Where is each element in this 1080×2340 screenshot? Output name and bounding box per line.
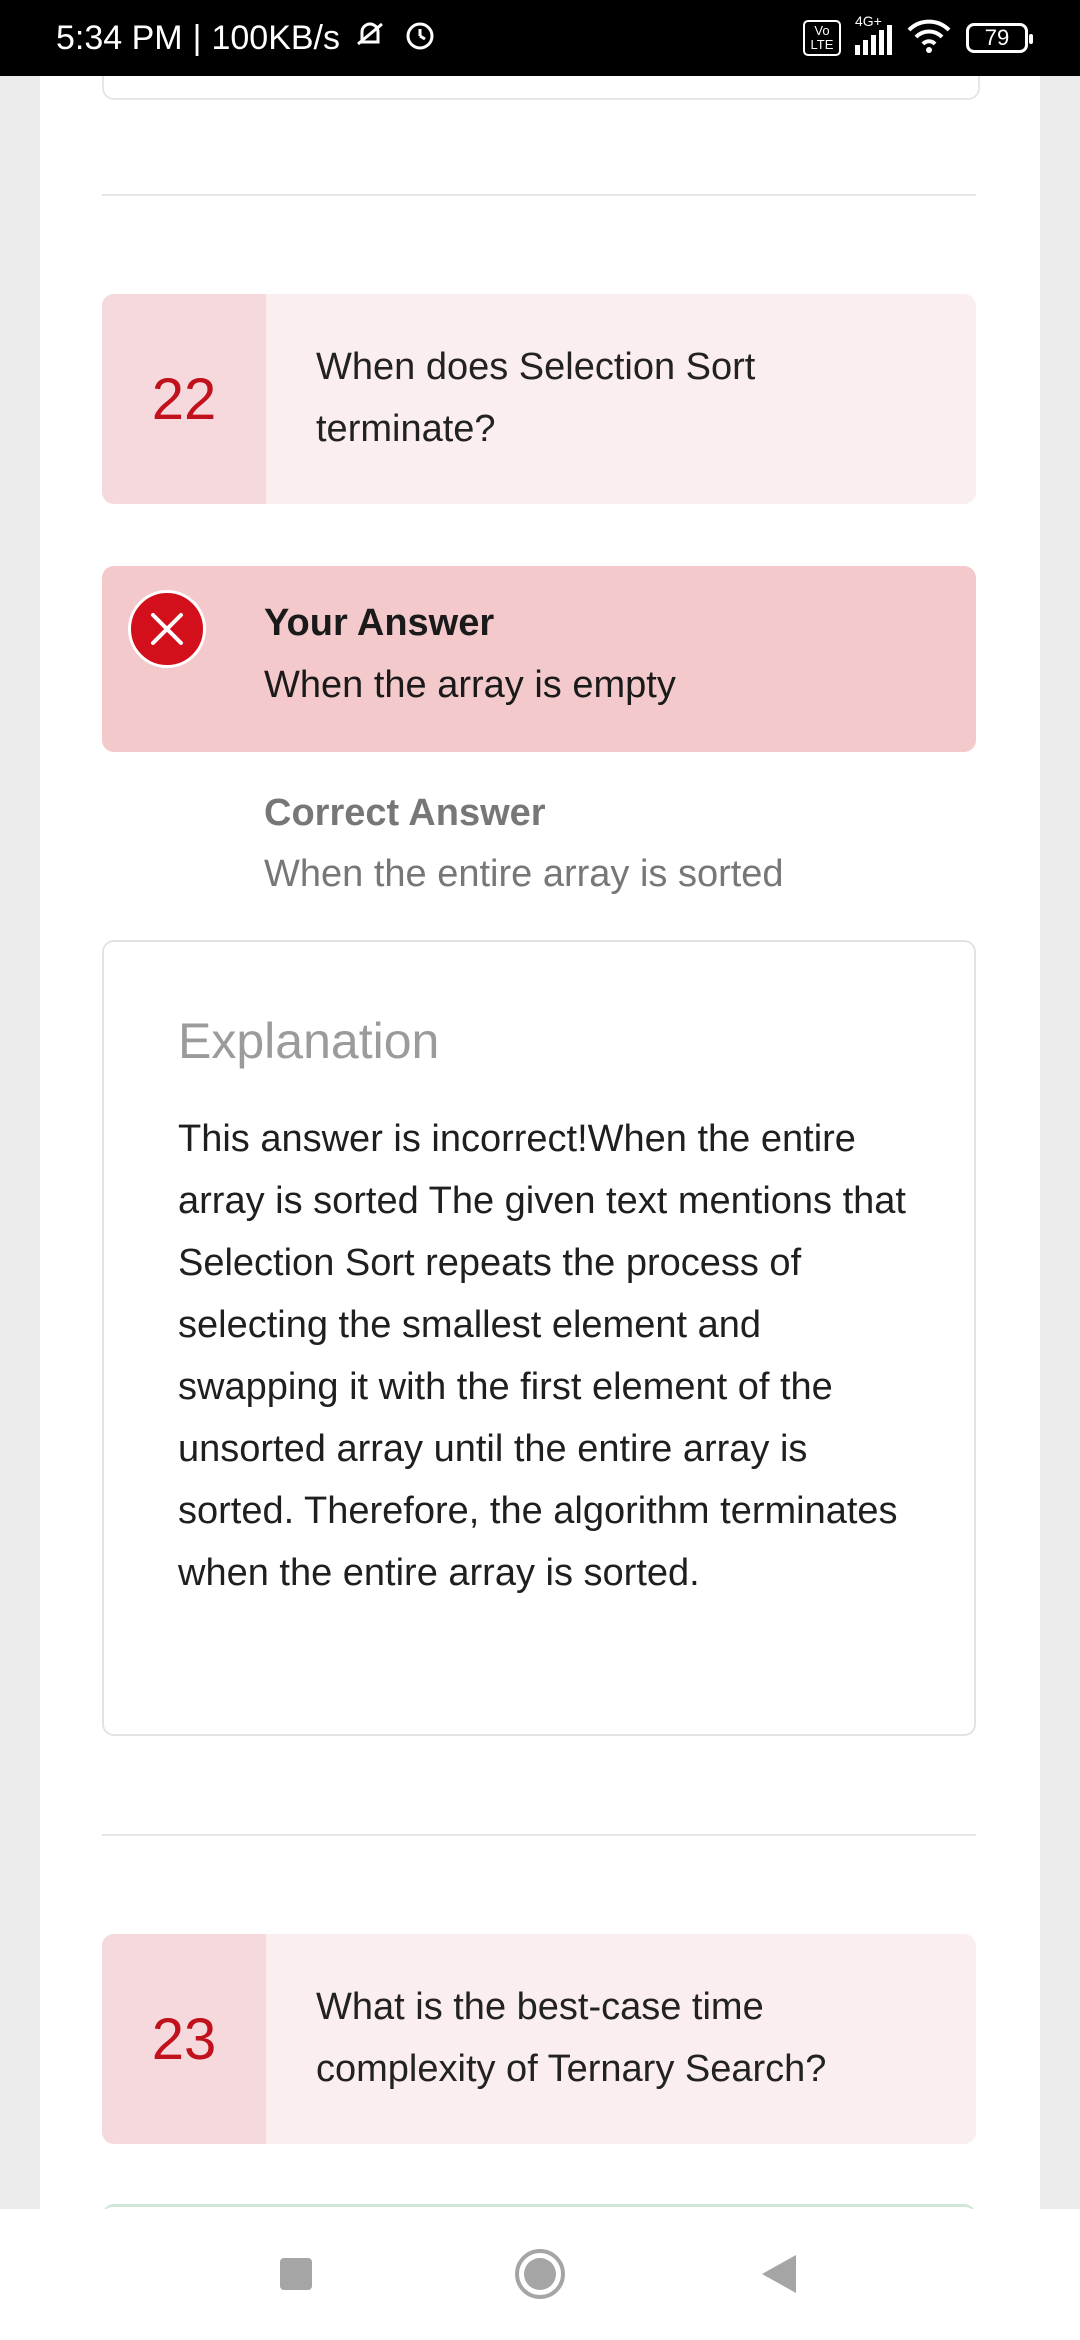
question-number: 22 [102, 294, 266, 504]
battery-icon: 79 [966, 23, 1033, 53]
signal-icon: 4G+ [855, 13, 892, 55]
status-speed: 100KB/s [211, 18, 340, 57]
quiz-results-content[interactable]: 22 When does Selection Sort terminate? Y… [40, 76, 1040, 2209]
navigation-bar [0, 2209, 1080, 2340]
explanation-card: Explanation This answer is incorrect!Whe… [102, 940, 976, 1736]
mute-alarm-icon [350, 14, 390, 63]
volte-icon: Vo LTE [803, 20, 841, 56]
status-right: Vo LTE 4G+ 79 [803, 0, 1033, 76]
question-number: 23 [102, 1934, 266, 2144]
divider [102, 194, 976, 196]
wrong-answer-icon [128, 590, 206, 668]
explanation-text: This answer is incorrect!When the entire… [178, 1118, 906, 1594]
correct-answer-value: When the entire array is sorted [264, 853, 784, 895]
correct-answer-label: Correct Answer [264, 792, 546, 834]
question-card-23: 23 What is the best-case time complexity… [102, 1934, 976, 2144]
divider [102, 1834, 976, 1836]
your-answer-value: When the array is empty [264, 664, 676, 706]
question-text: What is the best-case time complexity of… [316, 1986, 827, 2090]
your-answer-card: Your Answer When the array is empty [102, 566, 976, 752]
alarm-icon [400, 14, 440, 63]
question-card-22: 22 When does Selection Sort terminate? [102, 294, 976, 504]
wifi-icon [906, 18, 952, 59]
recent-apps-button[interactable] [280, 2258, 312, 2290]
status-bar: 5:34 PM | 100KB/s Vo LTE 4G+ 79 [0, 0, 1080, 76]
status-time: 5:34 PM [56, 18, 183, 57]
home-icon [524, 2258, 556, 2290]
network-type-label: 4G+ [855, 13, 882, 29]
previous-explanation-card [102, 76, 980, 100]
explanation-heading: Explanation [178, 1013, 440, 1069]
question-text: When does Selection Sort terminate? [316, 346, 756, 450]
battery-level: 79 [984, 25, 1010, 50]
status-separator: | [192, 18, 202, 57]
back-button[interactable] [762, 2255, 796, 2293]
your-answer-label: Your Answer [264, 602, 495, 644]
status-left: 5:34 PM | 100KB/s [56, 0, 440, 76]
home-button[interactable] [515, 2249, 565, 2299]
